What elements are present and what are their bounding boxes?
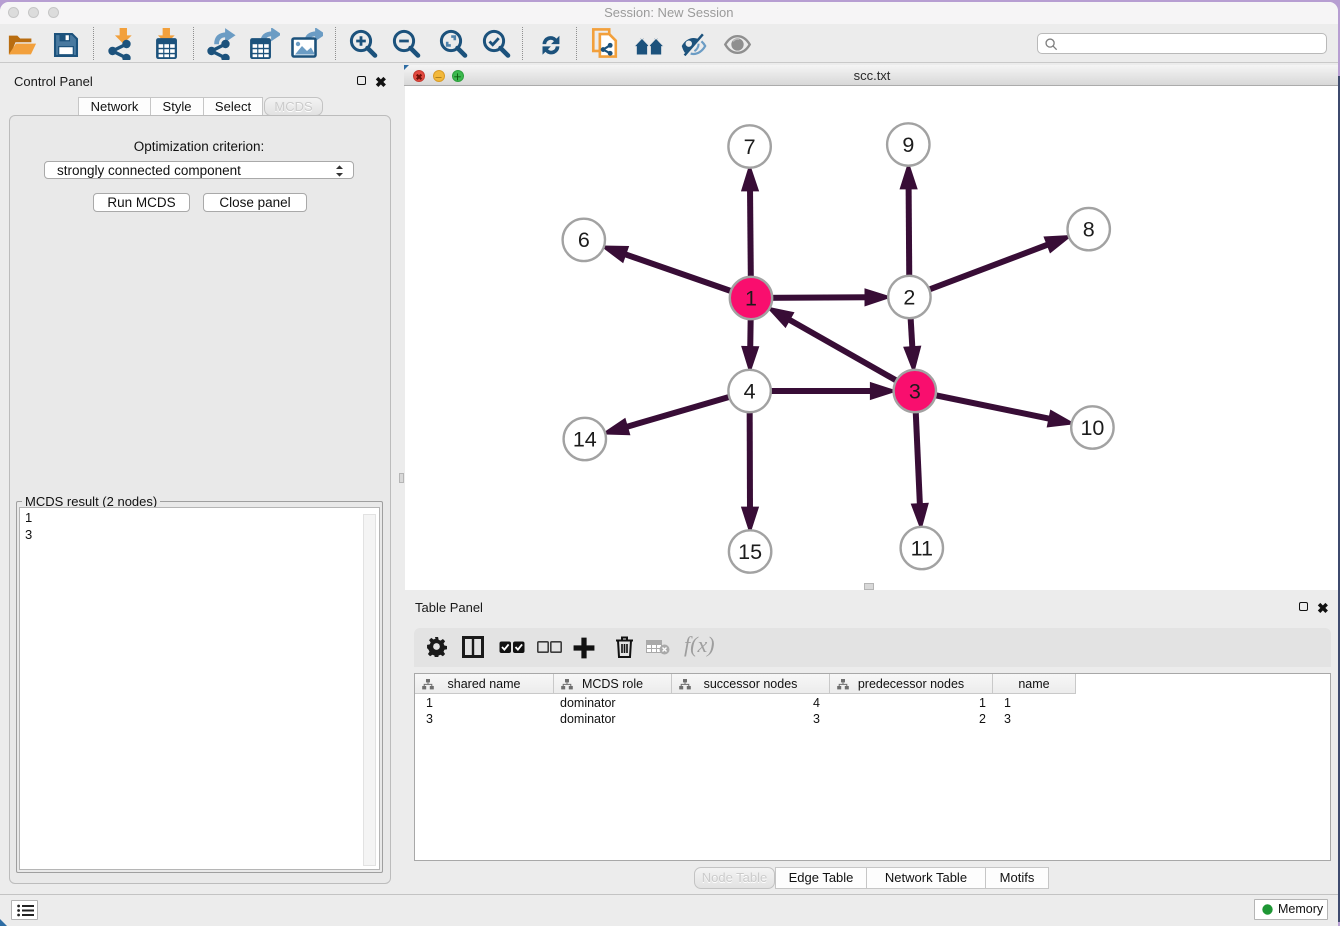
- svg-text:11: 11: [910, 536, 932, 560]
- svg-text:3: 3: [908, 379, 920, 403]
- svg-text:2: 2: [903, 285, 915, 309]
- svg-text:15: 15: [738, 540, 762, 564]
- svg-text:4: 4: [743, 379, 755, 403]
- svg-text:14: 14: [572, 427, 596, 451]
- svg-text:6: 6: [577, 228, 589, 252]
- svg-text:10: 10: [1080, 416, 1104, 440]
- svg-text:8: 8: [1082, 217, 1094, 241]
- svg-text:1: 1: [745, 286, 757, 310]
- svg-text:9: 9: [902, 133, 914, 157]
- svg-text:7: 7: [743, 135, 755, 159]
